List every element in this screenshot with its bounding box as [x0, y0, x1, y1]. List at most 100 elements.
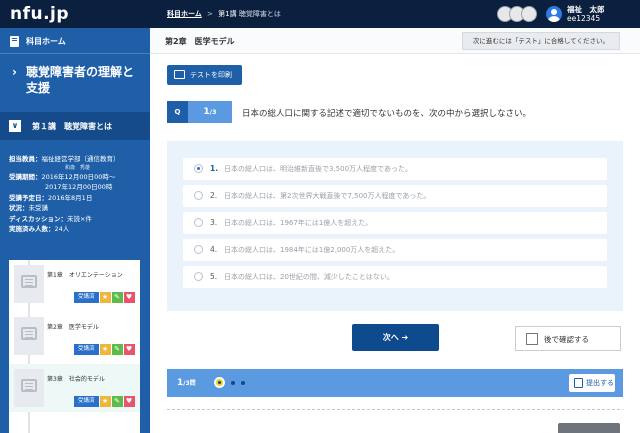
check-later-label: 後で確認する [544, 335, 589, 344]
question-counter: 1/3 [188, 101, 232, 123]
chapter-item[interactable]: 第2章 医学モデル 受講済 ★ ✎ ♥ [9, 312, 140, 360]
print-test-button[interactable]: テストを印刷 [167, 65, 242, 85]
chapter-badges: 受講済 ★ ✎ ♥ [74, 396, 135, 407]
printer-icon [174, 70, 185, 79]
course-title: 聴覚障害者の理解と支援 [26, 65, 135, 95]
chapter-item[interactable]: 第1章 オリエンテーション 受講済 ★ ✎ ♥ [9, 260, 140, 308]
info-value: 未読×件 [67, 214, 92, 223]
document-icon [21, 275, 37, 288]
info-key: 状況： [9, 204, 29, 212]
print-label: テストを印刷 [190, 71, 232, 79]
chapter-item[interactable]: 第3章 社会的モデル 受講済 ★ ✎ ♥ [9, 364, 140, 412]
question-badge: Q [167, 101, 188, 123]
breadcrumb-separator: > [207, 10, 213, 18]
question-progress-bar: 1/3問 提出する [167, 369, 623, 397]
option-number: 5. [210, 272, 218, 281]
chapter-label: 第3章 社会的モデル [47, 376, 105, 383]
breadcrumb-home-link[interactable]: 科目ホーム [167, 10, 202, 18]
heart-icon[interactable]: ♥ [123, 292, 135, 303]
circle-icon[interactable] [521, 6, 537, 22]
info-key: 担当教員： [9, 155, 42, 163]
lesson-label: 第１講 聴覚障害とは [32, 122, 112, 131]
chapter-badges: 受講済 ★ ✎ ♥ [74, 344, 135, 355]
info-value: 2016年12月00日00時～ [41, 172, 116, 181]
status-badge: 受講済 [74, 344, 99, 355]
radio-button[interactable] [194, 218, 203, 227]
option-number: 2. [210, 191, 218, 200]
breadcrumb-topic: 聴覚障害とは [238, 10, 281, 18]
star-icon[interactable]: ★ [99, 396, 111, 407]
answer-option[interactable]: 5. 日本の総人口は、20世紀の間、減少したことはない。 [183, 266, 607, 288]
radio-button[interactable] [194, 164, 203, 173]
chapter-title: 第2章 医学モデル [165, 37, 235, 46]
option-text: 日本の総人口は、20世紀の間、減少したことはない。 [224, 273, 394, 281]
radio-button[interactable] [194, 245, 203, 254]
info-key: 受講予定日： [9, 193, 48, 202]
chapter-badges: 受講済 ★ ✎ ♥ [74, 292, 135, 303]
chevron-right-icon: › [12, 65, 17, 79]
info-key: 受講期間： [9, 172, 42, 181]
check-later-toggle[interactable]: 後で確認する [515, 326, 621, 351]
notice-message: 次に進むには「テスト」に合格してください。 [461, 32, 620, 50]
breadcrumb-lesson: 第1講 [218, 10, 237, 18]
answer-option[interactable]: 1. 日本の総人口は、明治維新直後で3,500万人程度であった。 [183, 158, 607, 180]
sidebar-course-home[interactable]: 科目ホーム [0, 28, 150, 54]
radio-button[interactable] [194, 191, 203, 200]
notification-circles[interactable] [497, 6, 537, 24]
option-text: 日本の総人口は、1984年には1億2,000万人を超えた。 [224, 246, 400, 254]
pencil-icon[interactable]: ✎ [111, 292, 123, 303]
heart-icon[interactable]: ♥ [123, 396, 135, 407]
status-badge: 受講済 [74, 292, 99, 303]
user-id: ee12345 [567, 14, 601, 23]
progress-total: /3問 [183, 380, 196, 387]
sidebar: 科目ホーム › 聴覚障害者の理解と支援 ∨ 第１講 聴覚障害とは 担当教員：福祉… [0, 28, 150, 433]
question-dot[interactable] [241, 380, 245, 385]
user-avatar-icon[interactable] [546, 6, 562, 22]
info-value: 福祉経営学部（通信教育） [41, 155, 120, 163]
info-key: 実施済み人数： [9, 225, 55, 233]
pencil-icon[interactable]: ✎ [111, 396, 123, 407]
lesson-info: 担当教員：福祉経営学部（通信教育） 和歳 秀雄 受講期間：2016年12月00日… [9, 154, 149, 235]
progress-counter: 1/3問 [177, 378, 196, 388]
sidebar-lesson[interactable]: ∨ 第１講 聴覚障害とは [0, 112, 150, 140]
question-total: /3 [209, 108, 217, 116]
document-icon [21, 327, 37, 340]
submit-label: 提出する [586, 379, 614, 387]
submit-button[interactable]: 提出する [569, 374, 615, 392]
info-value: 2016年8月1日 [48, 193, 93, 202]
pencil-icon[interactable]: ✎ [111, 344, 123, 355]
option-text: 日本の総人口は、第2次世界大戦直後で7,500万人程度であった。 [224, 192, 431, 200]
star-icon[interactable]: ★ [99, 344, 111, 355]
chapter-label: 第1章 オリエンテーション [47, 272, 123, 279]
option-number: 3. [210, 218, 218, 227]
breadcrumb: 科目ホーム > 第1講 聴覚障害とは [167, 9, 281, 19]
chapter-bar: 第2章 医学モデル 次に進むには「テスト」に合格してください。 [150, 28, 640, 54]
info-value: 2017年12月00日00時 [45, 183, 113, 191]
option-text: 日本の総人口は、1967年には1億人を超えた。 [224, 219, 373, 227]
answer-option[interactable]: 2. 日本の総人口は、第2次世界大戦直後で7,500万人程度であった。 [183, 185, 607, 207]
site-logo[interactable]: nfu.jp [10, 4, 69, 24]
question-dots [214, 377, 245, 389]
star-icon[interactable]: ★ [99, 292, 111, 303]
heart-icon[interactable]: ♥ [123, 344, 135, 355]
status-badge: 受講済 [74, 396, 99, 407]
radio-button[interactable] [194, 272, 203, 281]
teacher-name: 和歳 秀雄 [65, 164, 91, 171]
answer-option[interactable]: 3. 日本の総人口は、1967年には1億人を超えた。 [183, 212, 607, 234]
sidebar-home-label: 科目ホーム [26, 37, 66, 46]
submit-icon [574, 378, 583, 388]
document-icon [21, 379, 37, 392]
chapter-label: 第2章 医学モデル [47, 324, 99, 331]
main-content: 第2章 医学モデル 次に進むには「テスト」に合格してください。 テストを印刷 Q… [150, 28, 640, 433]
option-number: 1. [210, 164, 219, 173]
top-bar: nfu.jp 科目ホーム > 第1講 聴覚障害とは 福祉 太郎 ee12345 [0, 0, 640, 28]
bottom-button[interactable] [558, 423, 620, 433]
question-dot[interactable] [231, 380, 235, 385]
next-button[interactable]: 次へ ➔ [352, 324, 439, 351]
divider [167, 409, 623, 410]
question-dot-current[interactable] [214, 377, 225, 388]
answer-option[interactable]: 4. 日本の総人口は、1984年には1億2,000万人を超えた。 [183, 239, 607, 261]
info-key: ディスカッション： [9, 214, 68, 223]
book-icon [10, 36, 19, 47]
check-later-checkbox[interactable] [526, 333, 538, 345]
